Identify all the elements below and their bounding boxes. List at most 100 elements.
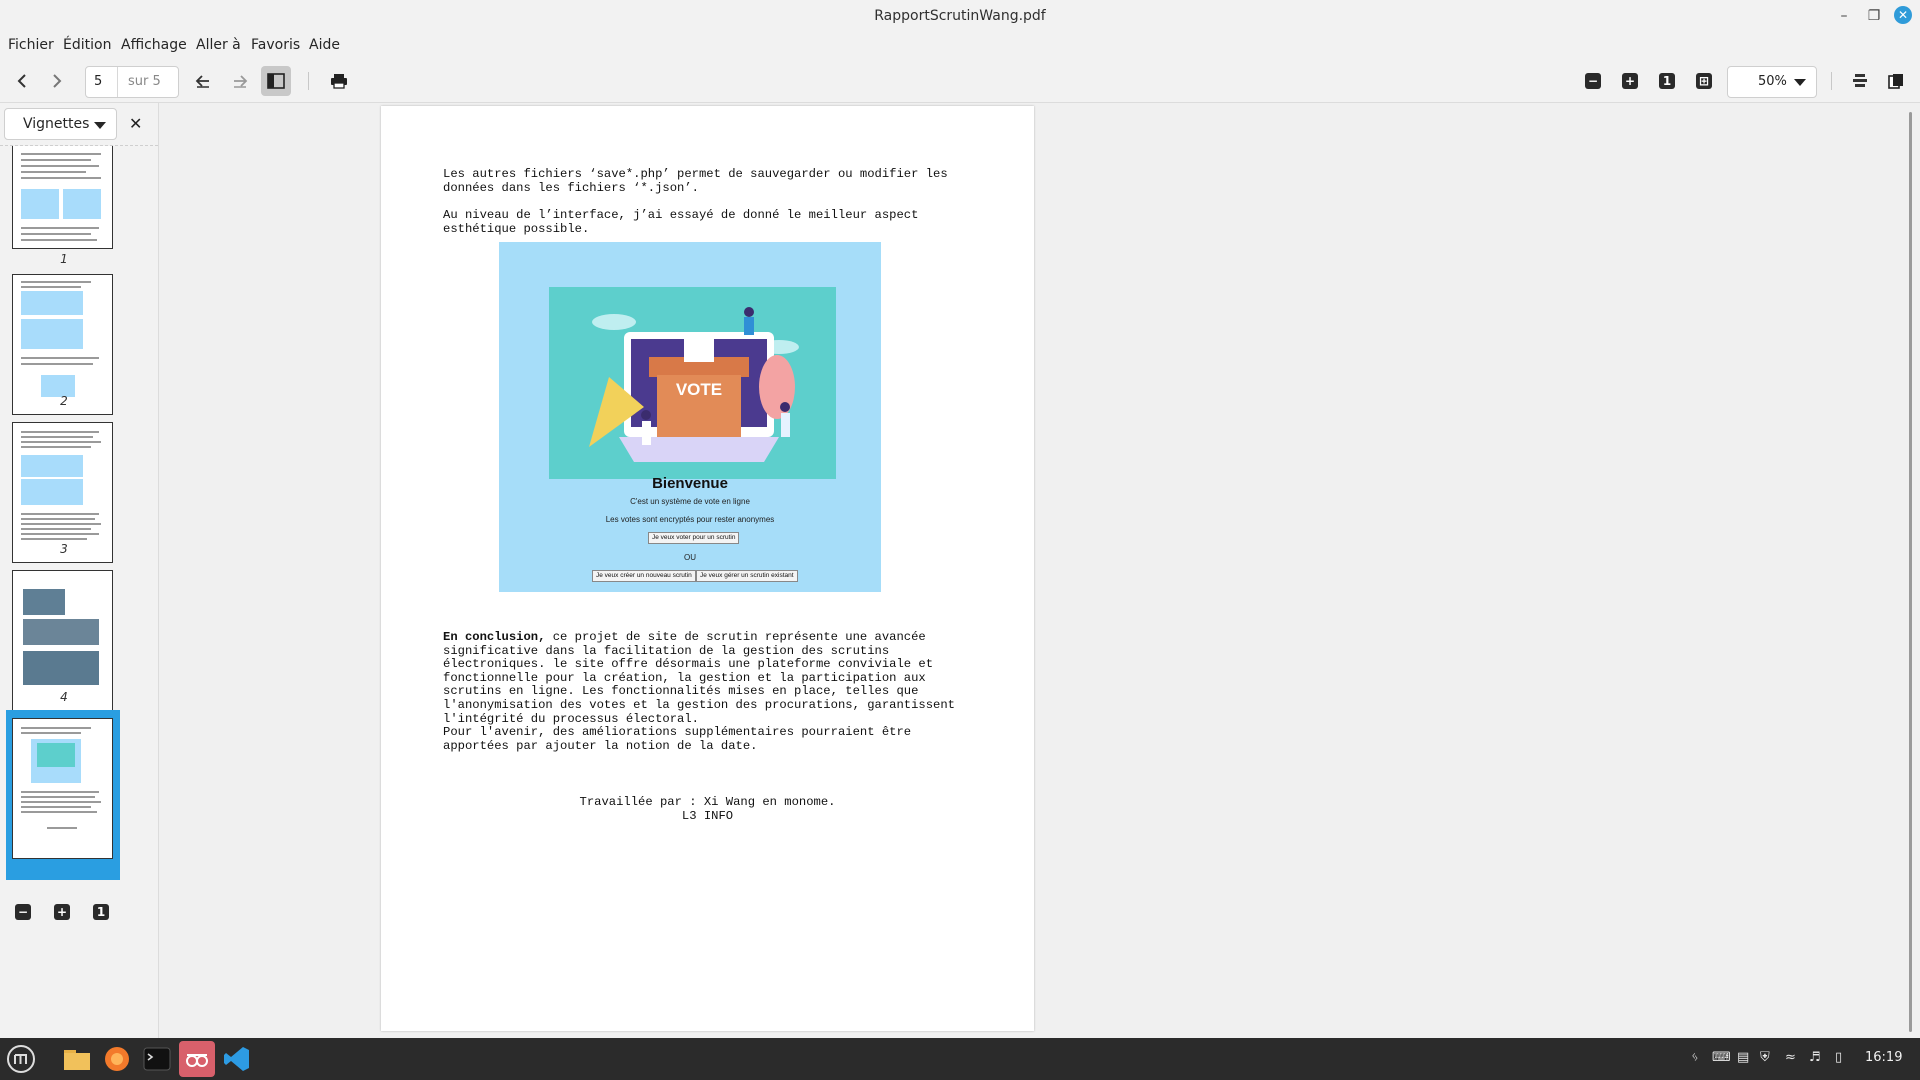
- paragraph-interface: Au niveau de l’interface, j’ai essayé de…: [443, 208, 919, 236]
- start-menu-button[interactable]: [3, 1041, 39, 1077]
- minus-icon: −: [1587, 74, 1599, 88]
- thumbnail-label: 1: [60, 252, 68, 266]
- volume-icon[interactable]: ♬: [1809, 1050, 1821, 1065]
- minimize-icon[interactable]: –: [1833, 6, 1855, 26]
- menu-bar: Fichier Édition Affichage Aller à Favori…: [0, 32, 1920, 60]
- menu-edition[interactable]: Édition: [63, 37, 111, 53]
- chevron-down-icon: [94, 122, 106, 129]
- files-app-button[interactable]: [59, 1041, 95, 1077]
- scroll-mode-icon: [1853, 74, 1867, 87]
- next-page-button[interactable]: [42, 66, 72, 96]
- page-current-input[interactable]: 5: [86, 67, 118, 97]
- chevron-right-icon: [53, 74, 62, 88]
- previous-page-button[interactable]: [7, 66, 37, 96]
- printer-icon: [331, 74, 347, 89]
- bluetooth-icon[interactable]: ᛃ: [1691, 1050, 1699, 1065]
- menu-aller-a[interactable]: Aller à: [196, 37, 241, 53]
- menu-affichage[interactable]: Affichage: [121, 37, 187, 53]
- zoom-value: 50%: [1758, 74, 1787, 89]
- toolbar-separator: [308, 72, 309, 90]
- close-sidebar-icon[interactable]: ✕: [129, 114, 142, 133]
- taskbar: ᛃ ⌨ ▤ ⛨ ≈ ♬ ▯ 16:19: [0, 1038, 1920, 1080]
- menu-fichier[interactable]: Fichier: [8, 37, 54, 53]
- vscode-icon: [224, 1047, 249, 1071]
- toolbar-separator: [1831, 72, 1832, 90]
- terminal-app-button[interactable]: [139, 1041, 175, 1077]
- sidebar-icon: [267, 73, 285, 89]
- or-label: OU: [684, 553, 696, 562]
- sidebar: Vignettes ✕ 1 2 3 4 5 − + 1: [0, 103, 159, 1038]
- dual-page-icon: [1888, 74, 1903, 89]
- welcome-line-1: C'est un système de vote en ligne: [630, 497, 750, 506]
- menu-aide[interactable]: Aide: [309, 37, 340, 53]
- zoom-in-button[interactable]: +: [1622, 73, 1638, 89]
- thumbnail-label: 4: [60, 690, 68, 704]
- signature-class: L3 INFO: [681, 808, 734, 823]
- thumbnail-reset-button[interactable]: 1: [93, 904, 109, 920]
- thumbnail-label: 3: [60, 542, 68, 556]
- scroll-mode-button[interactable]: [1845, 66, 1875, 96]
- vote-illustration: VOTE: [549, 287, 836, 479]
- signature: Travaillée par : Xi Wang en monome. L3 IN…: [381, 795, 1034, 823]
- one-icon: 1: [96, 905, 106, 919]
- page-number-field[interactable]: 5 sur 5: [85, 66, 179, 98]
- clipboard-icon[interactable]: ▤: [1737, 1050, 1749, 1065]
- manage-scrutin-button: Je veux gérer un scrutin existant: [696, 570, 798, 582]
- page-total-label: sur 5: [128, 74, 161, 89]
- sidebar-mode-select[interactable]: Vignettes: [4, 108, 117, 140]
- keyboard-icon[interactable]: ⌨: [1712, 1050, 1731, 1065]
- chevron-down-icon: [1794, 79, 1806, 86]
- welcome-heading: Bienvenue: [652, 475, 728, 492]
- firefox-app-button[interactable]: [99, 1041, 135, 1077]
- plus-icon: +: [56, 905, 68, 919]
- battery-icon[interactable]: ▯: [1835, 1050, 1842, 1065]
- vertical-scrollbar[interactable]: [1909, 112, 1912, 1032]
- title-bar: RapportScrutinWang.pdf – ❐ ✕: [0, 0, 1920, 32]
- welcome-line-2: Les votes sont encryptés pour rester ano…: [605, 515, 775, 524]
- history-forward-button[interactable]: [225, 66, 255, 96]
- paragraph-conclusion: En conclusion, ce projet de site de scru…: [443, 630, 955, 753]
- chevron-left-icon: [17, 74, 26, 88]
- plus-icon: +: [1624, 74, 1636, 88]
- clock[interactable]: 16:19: [1865, 1050, 1902, 1065]
- thumbnail-list: 1 2 3 4 5: [0, 145, 158, 996]
- toolbar: 5 sur 5 − + 1 ⊞ 50%: [0, 60, 1920, 103]
- close-window-button[interactable]: ✕: [1894, 6, 1912, 24]
- pdf-page: Les autres fichiers ‘save*.php’ permet d…: [381, 106, 1034, 1031]
- arrow-forward-icon: [234, 75, 248, 88]
- maximize-icon[interactable]: ❐: [1863, 6, 1885, 26]
- zoom-actual-size-button[interactable]: 1: [1659, 73, 1675, 89]
- thumbnail-page-1[interactable]: [12, 146, 113, 249]
- toggle-sidebar-button[interactable]: [261, 66, 291, 96]
- fit-page-icon: ⊞: [1698, 74, 1710, 88]
- paragraph-save-files: Les autres fichiers ‘save*.php’ permet d…: [443, 167, 948, 195]
- print-button[interactable]: [324, 66, 354, 96]
- sidebar-mode-label: Vignettes: [23, 116, 90, 132]
- mint-logo-icon: [7, 1045, 35, 1073]
- signature-author: Travaillée par : Xi Wang en monome.: [579, 795, 836, 809]
- terminal-icon: [143, 1047, 171, 1071]
- create-scrutin-button: Je veux créer un nouveau scrutin: [592, 570, 696, 582]
- menu-favoris[interactable]: Favoris: [251, 37, 300, 53]
- thumbnail-label: 2: [60, 394, 68, 408]
- thumbnail-label: 5: [60, 838, 68, 852]
- embedded-screenshot: VOTE Bienvenue C'est un système de vote …: [499, 242, 881, 592]
- thumbnail-zoom-in-button[interactable]: +: [54, 904, 70, 920]
- firefox-icon: [105, 1047, 129, 1071]
- thumbnail-zoom-out-button[interactable]: −: [15, 904, 31, 920]
- dual-page-button[interactable]: [1881, 66, 1911, 96]
- history-back-button[interactable]: [188, 66, 218, 96]
- folder-icon: [64, 1050, 90, 1070]
- zoom-select[interactable]: 50%: [1727, 66, 1817, 98]
- document-viewer-app-button[interactable]: [179, 1041, 215, 1077]
- reader-glasses-icon: [186, 1054, 208, 1067]
- one-icon: 1: [1662, 74, 1672, 88]
- shield-icon[interactable]: ⛨: [1760, 1050, 1770, 1065]
- vote-scrutin-button: Je veux voter pour un scrutin: [648, 532, 740, 544]
- conclusion-lead: En conclusion,: [443, 630, 546, 644]
- wifi-icon[interactable]: ≈: [1785, 1050, 1796, 1065]
- zoom-fit-button[interactable]: ⊞: [1696, 73, 1712, 89]
- window-title: RapportScrutinWang.pdf: [874, 8, 1046, 24]
- vscode-app-button[interactable]: [219, 1041, 255, 1077]
- zoom-out-button[interactable]: −: [1585, 73, 1601, 89]
